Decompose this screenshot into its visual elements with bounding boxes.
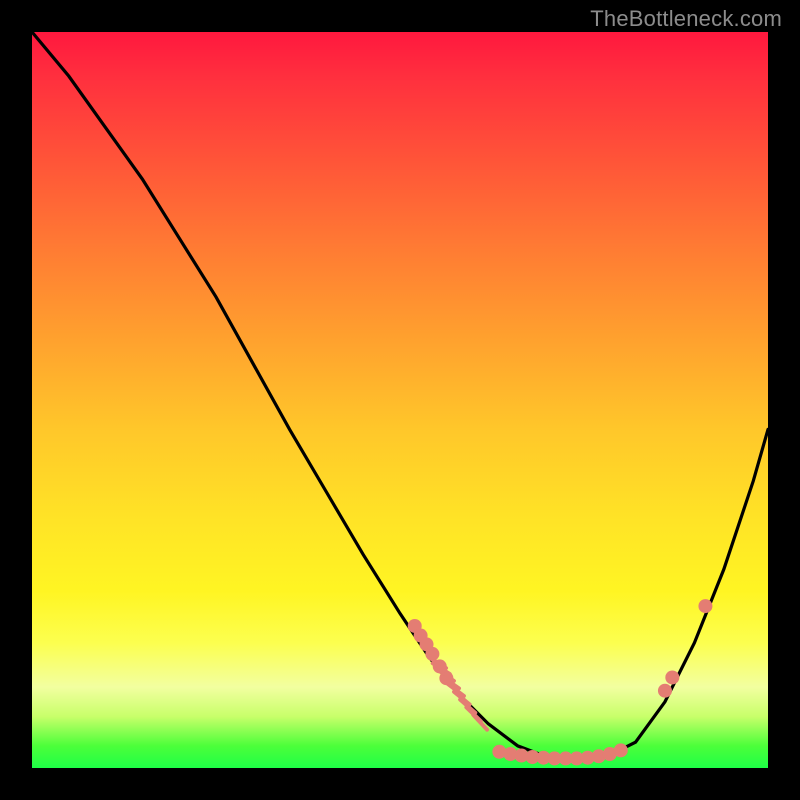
plot-area [32,32,768,768]
chart-svg [32,32,768,768]
chart-frame: TheBottleneck.com [0,0,800,800]
marker-dot [658,684,672,698]
curve-markers [408,599,713,765]
marker-dot [698,599,712,613]
bottleneck-curve [32,32,768,761]
marker-dot [665,670,679,684]
marker-dot [614,743,628,757]
watermark-text: TheBottleneck.com [590,6,782,32]
